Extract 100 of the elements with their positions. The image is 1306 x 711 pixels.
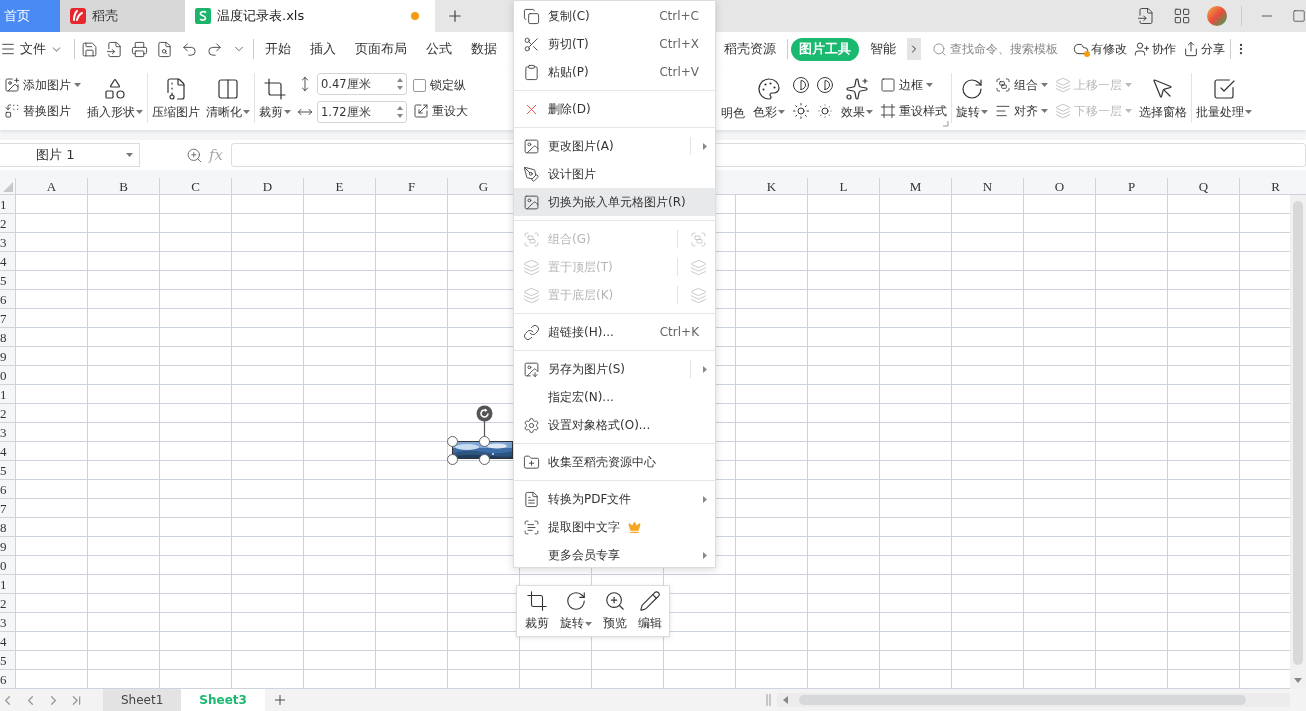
document-tab[interactable]: 稻壳 <box>60 0 185 32</box>
spin-arrows-icon[interactable] <box>396 76 404 92</box>
menu-item[interactable]: 剪切(T) Ctrl+X <box>514 30 715 58</box>
spin-arrows-icon[interactable] <box>396 104 404 120</box>
menu-item[interactable]: 切换为嵌入单元格图片(R) <box>514 188 715 216</box>
row-header[interactable]: 5 <box>0 271 15 290</box>
column-header[interactable]: F <box>376 178 448 194</box>
document-tab[interactable]: 温度记录表.xls <box>185 0 435 32</box>
ribbon-tab[interactable]: 开始 <box>257 37 299 61</box>
row-header[interactable]: 6 <box>0 290 15 309</box>
ribbon-button[interactable]: 重设大 <box>413 101 468 121</box>
column-header[interactable]: E <box>304 178 376 194</box>
action-button[interactable]: 有修改 <box>1071 40 1129 58</box>
row-header[interactable]: 3 <box>0 423 15 442</box>
row-header[interactable]: 2 <box>0 594 15 613</box>
menu-item[interactable]: 更改图片(A) <box>514 132 715 160</box>
row-header[interactable]: 6 <box>0 480 15 499</box>
menu-item[interactable]: 提取图中文字 <box>514 513 715 541</box>
column-header[interactable]: L <box>808 178 880 194</box>
column-header[interactable]: O <box>1024 178 1096 194</box>
row-header[interactable]: 9 <box>0 537 15 556</box>
ribbon-button[interactable]: 批量处理 <box>1196 74 1252 122</box>
row-header[interactable]: 1 <box>0 195 15 214</box>
print-preview-icon[interactable] <box>155 40 173 58</box>
zoom-icon[interactable] <box>186 146 203 164</box>
ribbon-button[interactable]: 重设样式 <box>880 101 947 121</box>
menu-item[interactable]: 指定宏(N)... <box>514 383 715 411</box>
ribbon-button[interactable]: 清晰化 <box>206 74 250 122</box>
toolbar-button[interactable]: 裁剪 <box>523 590 550 632</box>
row-header[interactable]: 3 <box>0 613 15 632</box>
avatar-icon[interactable] <box>1207 6 1227 26</box>
file-menu[interactable]: 文件 <box>0 40 71 58</box>
row-header[interactable]: 7 <box>0 309 15 328</box>
row-header[interactable]: 4 <box>0 252 15 271</box>
menu-item[interactable]: 转换为PDF文件 <box>514 485 715 513</box>
action-button[interactable]: 分享 <box>1181 40 1227 58</box>
ribbon-button[interactable]: 边框 <box>880 75 947 95</box>
column-header[interactable]: A <box>16 178 88 194</box>
action-button[interactable]: 协作 <box>1132 40 1178 58</box>
menu-item[interactable]: 收集至稻壳资源中心 <box>514 448 715 476</box>
name-box[interactable]: 图片 1 <box>0 143 140 167</box>
ribbon-button[interactable]: 色彩 <box>753 74 785 122</box>
row-header[interactable]: 8 <box>0 518 15 537</box>
menu-item[interactable]: 另存为图片(S) <box>514 355 715 383</box>
row-header[interactable]: 0 <box>0 366 15 385</box>
menu-item[interactable]: 复制(C) Ctrl+C <box>514 2 715 30</box>
ribbon-button[interactable]: 添加图片 <box>4 75 81 95</box>
resize-handle[interactable] <box>447 454 458 465</box>
brightness-up-icon[interactable] <box>792 102 810 120</box>
column-header[interactable]: N <box>952 178 1024 194</box>
resize-handle[interactable] <box>479 454 490 465</box>
column-header[interactable]: K <box>736 178 808 194</box>
row-header[interactable]: 4 <box>0 632 15 651</box>
column-header[interactable]: D <box>232 178 304 194</box>
menu-item[interactable]: 设置对象格式(O)... <box>514 411 715 439</box>
more-tabs-button[interactable] <box>907 38 921 60</box>
ribbon-tab[interactable]: 公式 <box>418 37 460 61</box>
save-icon[interactable] <box>80 40 98 58</box>
ribbon-button[interactable]: 插入形状 <box>87 74 143 122</box>
row-header[interactable]: 1 <box>0 575 15 594</box>
restore-icon[interactable] <box>1292 9 1306 23</box>
undo-icon[interactable] <box>180 40 198 58</box>
row-header[interactable]: 8 <box>0 328 15 347</box>
print-icon[interactable] <box>130 40 148 58</box>
menu-item[interactable]: 更多会员专享 <box>514 541 715 569</box>
row-header[interactable]: 3 <box>0 233 15 252</box>
search-icon[interactable] <box>932 41 947 57</box>
horizontal-scrollbar[interactable] <box>777 693 1290 707</box>
redo-icon[interactable] <box>205 40 223 58</box>
checkbox[interactable] <box>413 78 426 92</box>
row-header[interactable]: 2 <box>0 214 15 233</box>
row-header[interactable]: 1 <box>0 385 15 404</box>
size-field[interactable]: 0.47厘米 <box>317 73 407 95</box>
column-header[interactable]: C <box>160 178 232 194</box>
ribbon-button[interactable]: 裁剪 <box>259 74 291 122</box>
row-header[interactable]: 4 <box>0 442 15 461</box>
ribbon-tab[interactable]: 智能 <box>862 37 904 61</box>
grid-icon[interactable] <box>1173 7 1191 25</box>
row-header[interactable]: 0 <box>0 556 15 575</box>
menu-item[interactable]: 删除(D) <box>514 95 715 123</box>
column-header[interactable]: R <box>1240 178 1306 194</box>
ribbon-button[interactable]: 对齐 <box>995 101 1048 121</box>
row-header[interactable]: 5 <box>0 461 15 480</box>
vertical-scrollbar[interactable] <box>1290 195 1306 689</box>
scroll-left-icon[interactable] <box>783 696 788 704</box>
ribbon-tab[interactable]: 数据 <box>463 37 505 61</box>
column-header[interactable]: M <box>880 178 952 194</box>
toolbar-button[interactable]: 旋转 <box>558 590 593 632</box>
resize-handle[interactable] <box>479 436 490 447</box>
ribbon-button[interactable]: 选择窗格 <box>1139 74 1187 122</box>
menu-item[interactable]: 超链接(H)... Ctrl+K <box>514 318 715 346</box>
ribbon-button[interactable]: 替换图片 <box>4 101 81 121</box>
column-header[interactable]: B <box>88 178 160 194</box>
toolbar-button[interactable]: 预览 <box>601 590 628 632</box>
row-header[interactable]: 9 <box>0 347 15 366</box>
ribbon-button[interactable]: 旋转 <box>956 74 988 122</box>
ribbon-tab[interactable]: 插入 <box>302 37 344 61</box>
resize-handle[interactable] <box>447 436 458 447</box>
split-handle-icon[interactable] <box>766 694 771 706</box>
ribbon-button[interactable]: 压缩图片 <box>152 74 200 122</box>
